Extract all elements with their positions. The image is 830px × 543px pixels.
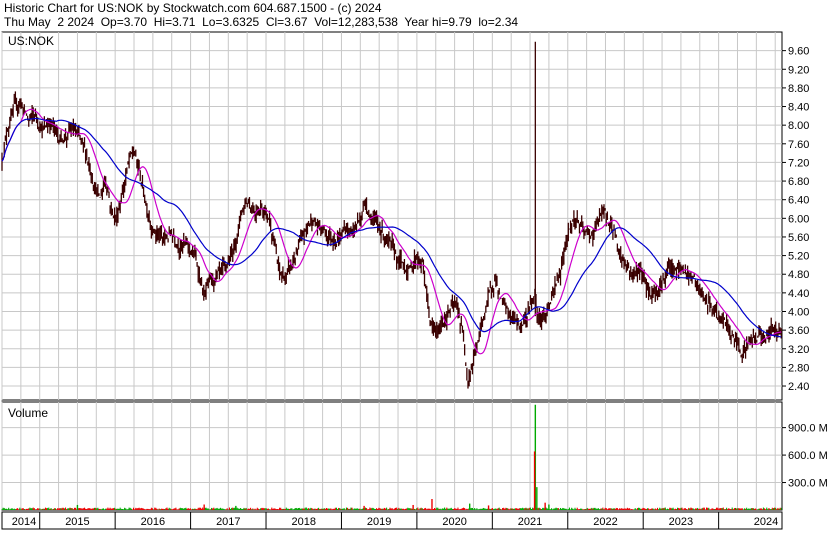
price-tick-label: 4.00 [788, 306, 809, 318]
price-tick-label: 9.60 [788, 46, 809, 58]
year-label: 2021 [518, 516, 542, 528]
price-tick-label: 3.60 [788, 325, 809, 337]
year-label: 2019 [367, 516, 391, 528]
price-tick-label: 8.80 [788, 83, 809, 95]
price-tick-label: 8.40 [788, 102, 809, 114]
year-label: 2022 [593, 516, 617, 528]
price-frame [1, 31, 783, 401]
price-tick-label: 4.80 [788, 269, 809, 281]
year-label: 2020 [442, 516, 466, 528]
price-tick-label: 3.20 [788, 344, 809, 356]
year-label: 2018 [291, 516, 315, 528]
price-tick-label: 7.60 [788, 139, 809, 151]
volume-panel: Volume 900.0 M 600.0 M 300.0 M [1, 401, 828, 511]
volume-tick-label: 600.0 M [788, 450, 828, 462]
price-tick-label: 6.40 [788, 195, 809, 207]
year-label: 2024 [754, 516, 778, 528]
price-tick-label: 5.20 [788, 251, 809, 263]
price-tick-label: 6.00 [788, 213, 809, 225]
price-tick-label: 4.40 [788, 288, 809, 300]
year-axis: 2014 2015 2016 2017 2018 2019 2020 2021 2022 2023… [1, 511, 783, 530]
price-panel-label: US:NOK [8, 34, 54, 48]
price-tick-label: 6.80 [788, 176, 809, 188]
stock-chart: 9.60 9.20 8.80 8.40 8.00 7.60 7.20 6.80 6.40 6.00… [1, 31, 828, 530]
year-label: 2015 [65, 516, 89, 528]
volume-panel-label: Volume [8, 406, 48, 420]
year-label: 2017 [216, 516, 240, 528]
volume-tick-label: 900.0 M [788, 423, 828, 435]
volume-tick-label: 300.0 M [788, 478, 828, 490]
price-tick-label: 2.40 [788, 381, 809, 393]
price-tick-label: 7.20 [788, 157, 809, 169]
year-label: 2014 [12, 516, 36, 528]
price-tick-label: 2.80 [788, 362, 809, 374]
price-tick-label: 9.20 [788, 64, 809, 76]
year-label: 2016 [141, 516, 165, 528]
price-tick-label: 5.60 [788, 232, 809, 244]
price-panel: 9.60 9.20 8.80 8.40 8.00 7.60 7.20 6.80 6.40 6.00… [1, 31, 809, 401]
year-label: 2023 [669, 516, 693, 528]
price-tick-label: 8.00 [788, 120, 809, 132]
year-axis-frame [1, 511, 783, 530]
volume-frame [1, 401, 783, 511]
